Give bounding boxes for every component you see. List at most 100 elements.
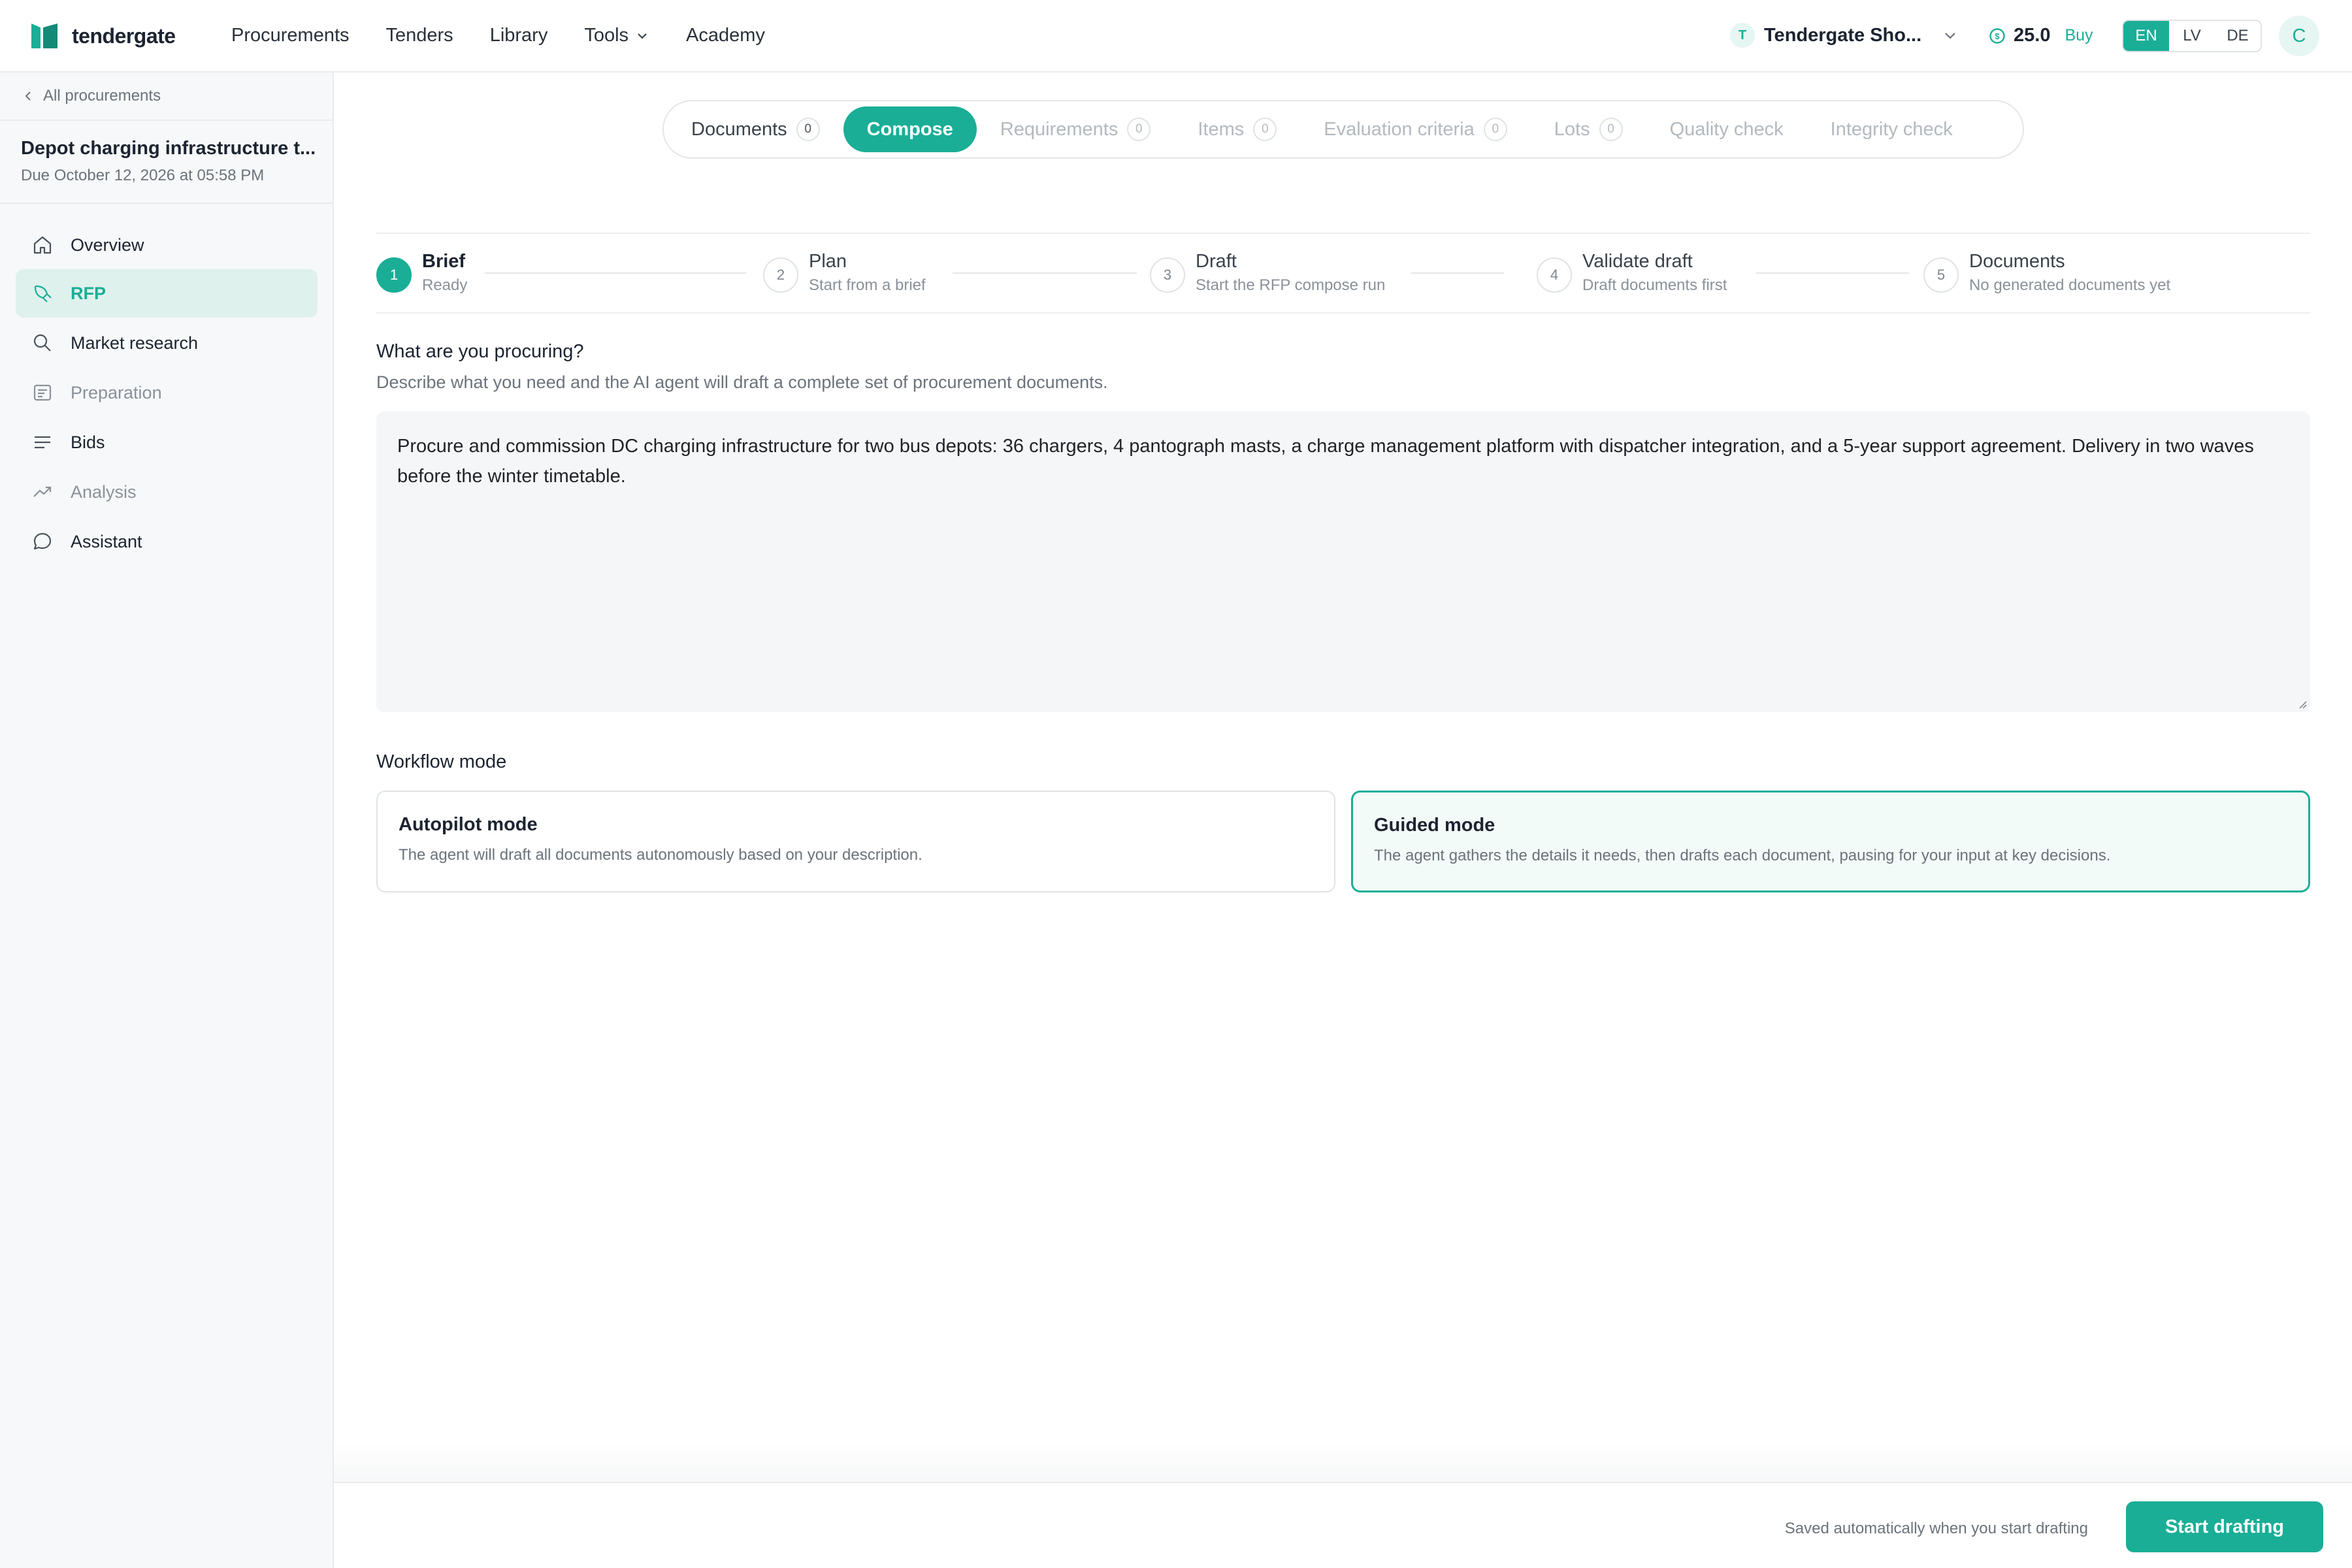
sidebar-item-market-research[interactable]: Market research — [16, 319, 318, 367]
brief-help-text: Describe what you need and the AI agent … — [376, 372, 1108, 392]
step-subtitle: Draft documents first — [1582, 276, 1727, 294]
step-subtitle: Ready — [422, 276, 468, 294]
tab-label: Compose — [866, 118, 953, 140]
tab-compose[interactable]: Compose — [843, 106, 977, 152]
back-to-procurements[interactable]: All procurements — [22, 87, 161, 105]
step-title: Draft — [1196, 251, 1237, 272]
org-switcher[interactable]: T Tendergate Sho... — [1730, 23, 1958, 48]
tab-lots[interactable]: Lots 0 — [1531, 106, 1646, 152]
search-icon — [33, 334, 51, 351]
tab-quality-check[interactable]: Quality check — [1646, 106, 1807, 152]
start-drafting-button[interactable]: Start drafting — [2126, 1501, 2323, 1552]
trend-icon — [33, 486, 52, 497]
step-connector — [485, 272, 746, 274]
back-label: All procurements — [43, 87, 161, 105]
resize-handle-icon[interactable] — [2296, 698, 2308, 710]
tab-label: Integrity check — [1830, 118, 1953, 140]
brief-textarea[interactable]: Procure and commission DC charging infra… — [376, 412, 2310, 712]
divider — [0, 203, 333, 204]
option-description: The agent gathers the details it needs, … — [1374, 847, 2111, 864]
brief-text: Procure and commission DC charging infra… — [397, 436, 2254, 487]
tab-requirements[interactable]: Requirements 0 — [977, 106, 1175, 152]
step-documents[interactable]: 5 Documents No generated documents yet — [1923, 251, 2170, 295]
sidebar-item-label: Market research — [71, 333, 199, 353]
step-subtitle: Start from a brief — [809, 276, 926, 294]
step-connector — [1756, 272, 1909, 274]
compose-stepper: 1 Brief Ready 2 Plan Start from a brief 3 … — [376, 233, 2310, 314]
brand-logo[interactable]: tendergate — [30, 22, 176, 50]
buy-credits-link[interactable]: Buy — [2065, 26, 2093, 45]
nav-tools-label: Tools — [584, 25, 629, 46]
credits-value: 25.0 — [2014, 25, 2051, 46]
sidebar-item-overview[interactable]: Overview — [16, 221, 318, 269]
nav-tenders[interactable]: Tenders — [386, 25, 453, 46]
step-number: 3 — [1150, 257, 1185, 293]
step-validate-draft[interactable]: 4 Validate draft Draft documents first — [1537, 251, 1727, 295]
workflow-mode-label: Workflow mode — [376, 751, 507, 772]
step-number: 4 — [1537, 257, 1572, 293]
lines-icon — [35, 436, 50, 449]
chat-icon — [33, 532, 52, 550]
tab-documents[interactable]: Documents 0 — [668, 106, 843, 152]
tab-label: Lots — [1554, 118, 1590, 140]
step-brief[interactable]: 1 Brief Ready — [376, 251, 467, 295]
tab-evaluation-criteria[interactable]: Evaluation criteria 0 — [1300, 106, 1531, 152]
rfp-tabs: Documents 0 Compose Requirements 0 Items 0 … — [662, 100, 2024, 159]
home-icon — [33, 236, 52, 254]
nav-library[interactable]: Library — [490, 25, 548, 46]
sidebar: All procurements Depot charging infrastr… — [0, 73, 334, 1568]
count-badge: 0 — [1599, 118, 1623, 141]
lang-en[interactable]: EN — [2123, 21, 2169, 51]
tab-items[interactable]: Items 0 — [1174, 106, 1300, 152]
chevron-down-icon — [638, 33, 647, 39]
chevron-down-icon — [1945, 33, 1955, 39]
lang-de[interactable]: DE — [2215, 21, 2261, 51]
tab-label: Items — [1198, 118, 1245, 140]
top-bar: tendergate Procurements Tenders Library … — [0, 0, 2352, 73]
count-badge: 0 — [1127, 118, 1151, 141]
guided-mode-option[interactable]: Guided mode The agent gathers the detail… — [1351, 791, 2310, 892]
step-number: 2 — [763, 257, 798, 293]
sidebar-item-label: Analysis — [71, 482, 137, 502]
step-connector — [953, 272, 1137, 274]
brand-name: tendergate — [72, 24, 176, 48]
count-badge: 0 — [796, 118, 820, 141]
divider — [0, 120, 333, 121]
step-title: Plan — [809, 251, 847, 272]
autosave-note: Saved automatically when you start draft… — [1784, 1520, 2088, 1537]
step-title: Validate draft — [1582, 251, 1693, 272]
pen-nib-icon — [34, 285, 52, 302]
step-plan[interactable]: 2 Plan Start from a brief — [763, 251, 926, 295]
credits: $ 25.0 Buy — [1989, 25, 2093, 46]
sidebar-item-assistant[interactable]: Assistant — [16, 517, 318, 566]
step-draft[interactable]: 3 Draft Start the RFP compose run — [1150, 251, 1385, 295]
step-number: 5 — [1923, 257, 1959, 293]
sidebar-item-analysis[interactable]: Analysis — [16, 468, 318, 516]
sidebar-item-label: Bids — [71, 432, 105, 452]
nav-academy[interactable]: Academy — [686, 25, 765, 46]
brief-question: What are you procuring? — [376, 341, 584, 362]
step-title: Brief — [422, 251, 466, 272]
language-switcher: EN LV DE — [2122, 20, 2262, 52]
sidebar-item-label: Assistant — [71, 531, 142, 551]
tab-integrity-check[interactable]: Integrity check — [1807, 106, 1976, 152]
sidebar-item-bids[interactable]: Bids — [16, 418, 318, 466]
sidebar-item-label: Preparation — [71, 382, 162, 402]
svg-text:$: $ — [1995, 31, 2000, 41]
option-description: The agent will draft all documents auton… — [399, 846, 923, 864]
lang-lv[interactable]: LV — [2169, 21, 2215, 51]
sidebar-item-rfp[interactable]: RFP — [16, 269, 318, 318]
sidebar-item-preparation[interactable]: Preparation — [16, 368, 318, 417]
option-title: Guided mode — [1374, 815, 1495, 836]
tab-label: Requirements — [1000, 118, 1119, 140]
list-box-icon — [33, 384, 52, 401]
action-footer: Saved automatically when you start draft… — [334, 1482, 2352, 1568]
step-title: Documents — [1969, 251, 2065, 272]
footer-fade — [334, 1443, 2352, 1482]
chevron-left-icon — [25, 91, 31, 101]
nav-tools[interactable]: Tools — [584, 25, 649, 46]
nav-procurements[interactable]: Procurements — [231, 25, 350, 46]
user-avatar[interactable]: C — [2279, 16, 2319, 56]
autopilot-mode-option[interactable]: Autopilot mode The agent will draft all … — [376, 791, 1335, 892]
option-title: Autopilot mode — [399, 814, 538, 835]
